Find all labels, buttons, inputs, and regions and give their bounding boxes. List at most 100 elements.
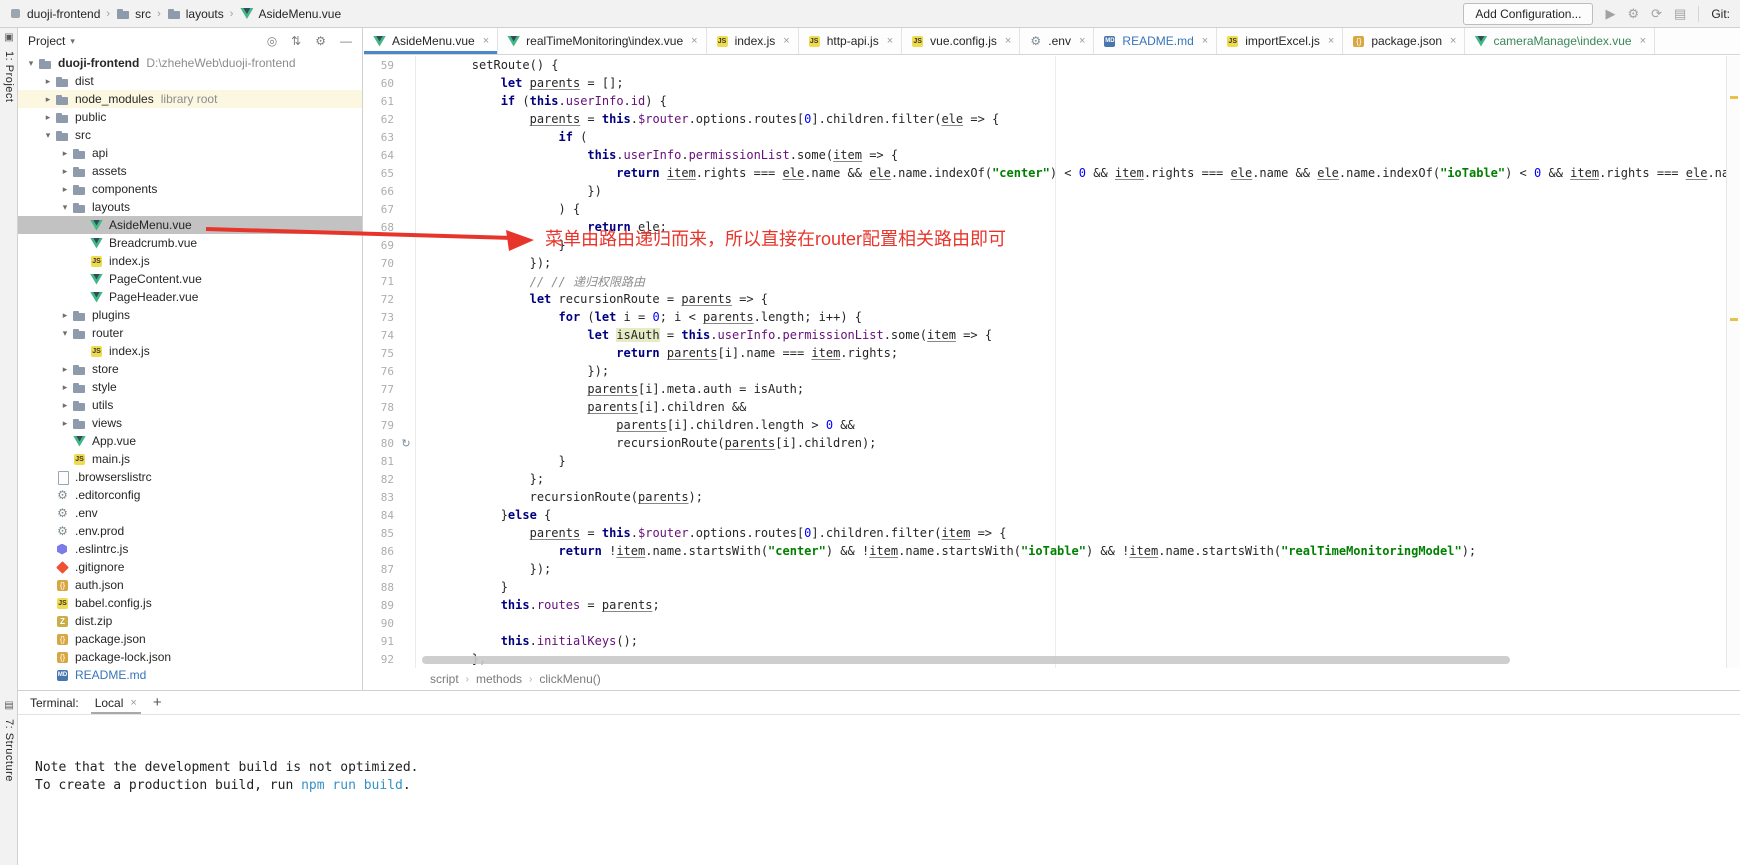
chevron-right-icon[interactable]: ▸ bbox=[41, 76, 55, 87]
terminal-tab-local[interactable]: Local × bbox=[91, 692, 141, 714]
settings-icon[interactable]: ⚙ bbox=[315, 34, 326, 48]
close-icon[interactable]: × bbox=[130, 697, 136, 709]
code-line[interactable]: 64 this.userInfo.permissionList.some(ite… bbox=[364, 146, 1726, 164]
line-number[interactable]: 75 bbox=[364, 347, 398, 360]
line-number[interactable]: 87 bbox=[364, 563, 398, 576]
line-number[interactable]: 77 bbox=[364, 383, 398, 396]
code-line[interactable]: 73 for (let i = 0; i < parents.length; i… bbox=[364, 308, 1726, 326]
code-line[interactable]: 66 }) bbox=[364, 182, 1726, 200]
tree-item-utils[interactable]: ▸utils bbox=[18, 396, 362, 414]
close-tab-icon[interactable]: × bbox=[1328, 35, 1334, 47]
sync-icon[interactable]: ⟳ bbox=[1651, 6, 1662, 22]
add-configuration-button[interactable]: Add Configuration... bbox=[1463, 3, 1593, 25]
structure-tool-button[interactable]: 7: Structure bbox=[3, 719, 15, 782]
line-number[interactable]: 69 bbox=[364, 239, 398, 252]
line-number[interactable]: 81 bbox=[364, 455, 398, 468]
tree-item-PageContent.vue[interactable]: PageContent.vue bbox=[18, 270, 362, 288]
code-line[interactable]: 60 let parents = []; bbox=[364, 74, 1726, 92]
tree-item-views[interactable]: ▸views bbox=[18, 414, 362, 432]
tab-http-api.js[interactable]: http-api.js× bbox=[799, 28, 902, 54]
chevron-right-icon[interactable]: ▸ bbox=[58, 382, 72, 393]
project-tool-button[interactable]: 1: Project bbox=[3, 51, 15, 102]
horizontal-scrollbar[interactable] bbox=[422, 656, 1510, 664]
close-tab-icon[interactable]: × bbox=[691, 35, 697, 47]
line-number[interactable]: 84 bbox=[364, 509, 398, 522]
line-number[interactable]: 62 bbox=[364, 113, 398, 126]
code-area[interactable]: 59 setRoute() {60 let parents = [];61 if… bbox=[364, 56, 1726, 668]
tree-item-duoji-frontend[interactable]: ▾duoji-frontendD:\zheheWeb\duoji-fronten… bbox=[18, 54, 362, 72]
new-terminal-button[interactable]: + bbox=[153, 694, 162, 711]
line-number[interactable]: 66 bbox=[364, 185, 398, 198]
git-label[interactable]: Git: bbox=[1711, 7, 1730, 21]
tree-item-public[interactable]: ▸public bbox=[18, 108, 362, 126]
code-line[interactable]: 76 }); bbox=[364, 362, 1726, 380]
tree-item-components[interactable]: ▸components bbox=[18, 180, 362, 198]
line-number[interactable]: 71 bbox=[364, 275, 398, 288]
code-line[interactable]: 65 return item.rights === ele.name && el… bbox=[364, 164, 1726, 182]
chevron-right-icon[interactable]: ▸ bbox=[58, 418, 72, 429]
code-line[interactable]: 62 parents = this.$router.options.routes… bbox=[364, 110, 1726, 128]
close-tab-icon[interactable]: × bbox=[887, 35, 893, 47]
run-icon[interactable]: ▶ bbox=[1605, 6, 1615, 22]
tree-item-router[interactable]: ▾router bbox=[18, 324, 362, 342]
tree-item-auth.json[interactable]: auth.json bbox=[18, 576, 362, 594]
close-tab-icon[interactable]: × bbox=[1640, 35, 1646, 47]
breadcrumb-item[interactable]: src bbox=[116, 6, 151, 21]
line-number[interactable]: 60 bbox=[364, 77, 398, 90]
code-line[interactable]: 70 }); bbox=[364, 254, 1726, 272]
line-number[interactable]: 74 bbox=[364, 329, 398, 342]
code-line[interactable]: 72 let recursionRoute = parents => { bbox=[364, 290, 1726, 308]
code-line[interactable]: 79 parents[i].children.length > 0 && bbox=[364, 416, 1726, 434]
tab-.env[interactable]: .env× bbox=[1020, 28, 1094, 54]
tree-item-src[interactable]: ▾src bbox=[18, 126, 362, 144]
hide-panel-icon[interactable]: — bbox=[340, 34, 352, 48]
tree-item-api[interactable]: ▸api bbox=[18, 144, 362, 162]
chevron-right-icon[interactable]: ▸ bbox=[41, 112, 55, 123]
breadcrumb-item[interactable]: layouts bbox=[167, 6, 224, 21]
code-line[interactable]: 85 parents = this.$router.options.routes… bbox=[364, 524, 1726, 542]
line-number[interactable]: 61 bbox=[364, 95, 398, 108]
code-line[interactable]: 90 bbox=[364, 614, 1726, 632]
code-line[interactable]: 69 } bbox=[364, 236, 1726, 254]
tab-index.js[interactable]: index.js× bbox=[707, 28, 799, 54]
code-line[interactable]: 81 } bbox=[364, 452, 1726, 470]
tree-item-.editorconfig[interactable]: .editorconfig bbox=[18, 486, 362, 504]
line-number[interactable]: 82 bbox=[364, 473, 398, 486]
tab-package.json[interactable]: package.json× bbox=[1343, 28, 1465, 54]
chevron-right-icon[interactable]: ▸ bbox=[58, 364, 72, 375]
scroll-from-source-icon[interactable]: ⇅ bbox=[291, 34, 301, 48]
locate-file-icon[interactable]: ◎ bbox=[267, 34, 277, 48]
close-tab-icon[interactable]: × bbox=[1450, 35, 1456, 47]
tab-importExcel.js[interactable]: importExcel.js× bbox=[1217, 28, 1343, 54]
code-line[interactable]: 77 parents[i].meta.auth = isAuth; bbox=[364, 380, 1726, 398]
code-line[interactable]: 88 } bbox=[364, 578, 1726, 596]
code-line[interactable]: 80↻ recursionRoute(parents[i].children); bbox=[364, 434, 1726, 452]
tab-README.md[interactable]: README.md× bbox=[1094, 28, 1217, 54]
tree-item-package.json[interactable]: package.json bbox=[18, 630, 362, 648]
code-viewport[interactable]: 59 setRoute() {60 let parents = [];61 if… bbox=[364, 56, 1726, 668]
code-line[interactable]: 91 this.initialKeys(); bbox=[364, 632, 1726, 650]
chevron-right-icon[interactable]: ▸ bbox=[58, 148, 72, 159]
line-number[interactable]: 70 bbox=[364, 257, 398, 270]
line-number[interactable]: 78 bbox=[364, 401, 398, 414]
line-number[interactable]: 63 bbox=[364, 131, 398, 144]
line-number[interactable]: 90 bbox=[364, 617, 398, 630]
code-line[interactable]: 83 recursionRoute(parents); bbox=[364, 488, 1726, 506]
line-number[interactable]: 83 bbox=[364, 491, 398, 504]
line-number[interactable]: 76 bbox=[364, 365, 398, 378]
tree-item-.eslintrc.js[interactable]: .eslintrc.js bbox=[18, 540, 362, 558]
code-line[interactable]: 89 this.routes = parents; bbox=[364, 596, 1726, 614]
tree-item-main.js[interactable]: main.js bbox=[18, 450, 362, 468]
line-number[interactable]: 68 bbox=[364, 221, 398, 234]
code-line[interactable]: 78 parents[i].children && bbox=[364, 398, 1726, 416]
tree-item-package-lock.json[interactable]: package-lock.json bbox=[18, 648, 362, 666]
tree-item-Breadcrumb.vue[interactable]: Breadcrumb.vue bbox=[18, 234, 362, 252]
tree-item-AsideMenu.vue[interactable]: AsideMenu.vue bbox=[18, 216, 362, 234]
code-line[interactable]: 87 }); bbox=[364, 560, 1726, 578]
tree-item-dist[interactable]: ▸dist bbox=[18, 72, 362, 90]
code-line[interactable]: 67 ) { bbox=[364, 200, 1726, 218]
tree-item-dist.zip[interactable]: dist.zip bbox=[18, 612, 362, 630]
chevron-right-icon[interactable]: ▸ bbox=[58, 400, 72, 411]
code-line[interactable]: 74 let isAuth = this.userInfo.permission… bbox=[364, 326, 1726, 344]
tree-item-PageHeader.vue[interactable]: PageHeader.vue bbox=[18, 288, 362, 306]
